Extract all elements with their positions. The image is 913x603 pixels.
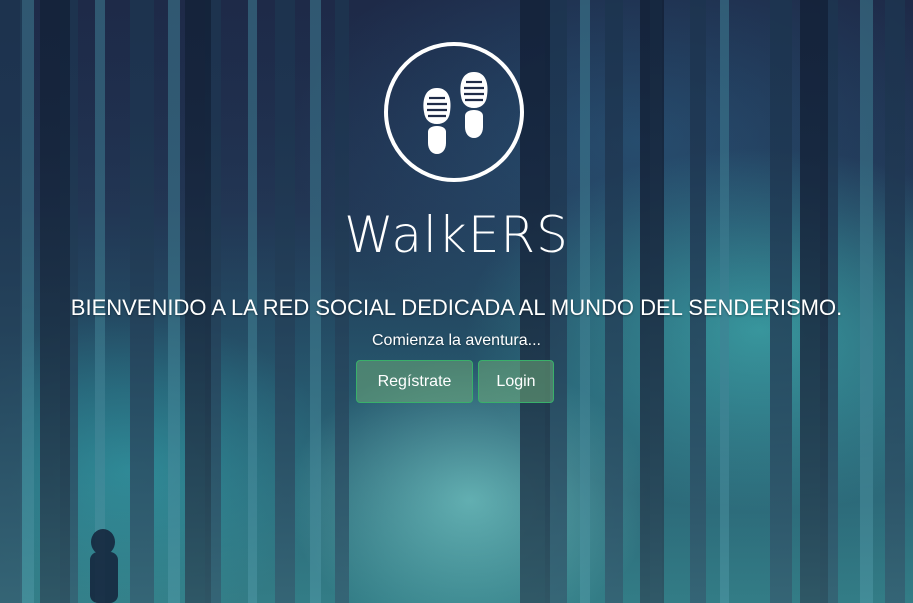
- welcome-subline: Comienza la aventura...: [372, 332, 541, 349]
- footprints-logo: [382, 40, 526, 184]
- footprints-icon: [423, 72, 488, 154]
- brand-name: WalkERS: [344, 206, 569, 264]
- auth-actions: Regístrate Login: [356, 360, 554, 405]
- login-button[interactable]: Login: [478, 360, 554, 403]
- logo-circle: [384, 42, 524, 182]
- register-button[interactable]: Regístrate: [356, 360, 473, 403]
- welcome-headline: BIENVENIDO A LA RED SOCIAL DEDICADA AL M…: [70, 295, 843, 320]
